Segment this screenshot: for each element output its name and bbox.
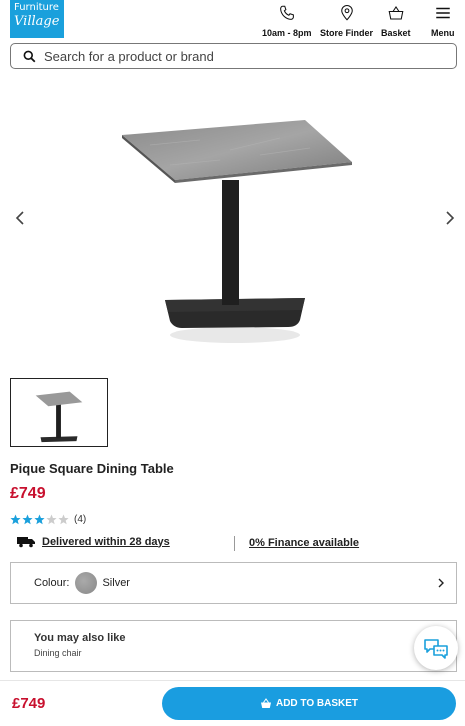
product-image xyxy=(122,120,352,343)
star-empty-icon xyxy=(46,514,57,525)
basket-icon xyxy=(260,698,271,708)
product-thumbnail[interactable] xyxy=(10,378,108,447)
bottom-price: £749 xyxy=(12,695,46,712)
phone-icon xyxy=(279,5,294,20)
thumbnail-image xyxy=(35,391,83,443)
review-count: (4) xyxy=(74,514,87,525)
star-empty-icon xyxy=(58,514,69,525)
product-rating[interactable]: (4) xyxy=(10,514,86,525)
also-like-title: You may also like xyxy=(34,632,126,644)
finance-link[interactable]: 0% Finance available xyxy=(249,537,359,549)
delivery-text: Delivered within 28 days xyxy=(42,535,170,548)
search-bar[interactable] xyxy=(10,43,457,69)
delivery-truck-icon xyxy=(17,537,35,548)
chat-button[interactable] xyxy=(414,626,458,670)
nav-store-finder-label: Store Finder xyxy=(320,28,374,38)
divider xyxy=(234,536,235,551)
basket-icon xyxy=(388,6,404,20)
furniture-village-logo[interactable]: Furniture Village xyxy=(10,0,64,38)
header: Furniture Village 10am - 8pm Store Finde… xyxy=(0,0,465,40)
search-icon xyxy=(23,50,36,62)
product-title: Pique Square Dining Table xyxy=(10,461,174,476)
finance-text: 0% Finance available xyxy=(249,537,360,549)
add-to-basket-label: ADD TO BASKET xyxy=(275,698,359,709)
product-image-carousel[interactable] xyxy=(0,80,465,370)
nav-menu-label: Menu xyxy=(431,28,455,38)
chevron-left-icon[interactable] xyxy=(12,208,28,228)
colour-value: Silver xyxy=(102,577,130,589)
colour-selector[interactable]: Colour: Silver xyxy=(10,562,457,604)
nav-basket[interactable]: Basket xyxy=(381,4,411,38)
hamburger-menu-icon xyxy=(436,7,450,19)
sticky-add-to-basket-bar: £749 ADD TO BASKET xyxy=(0,680,465,726)
star-filled-icon xyxy=(34,514,45,525)
delivery-finance-row: Delivered within 28 days 0% Finance avai… xyxy=(10,535,457,553)
nav-menu[interactable]: Menu xyxy=(431,4,455,38)
search-input[interactable] xyxy=(44,48,456,64)
logo-line-1: Furniture xyxy=(14,2,59,13)
product-price: £749 xyxy=(10,485,46,502)
nav-hours-label: 10am - 8pm xyxy=(262,28,312,38)
chevron-right-icon xyxy=(438,578,444,588)
also-like-subtitle: Dining chair xyxy=(34,648,82,658)
chevron-right-icon[interactable] xyxy=(442,208,458,228)
chat-bubbles-icon xyxy=(424,639,448,659)
nav-basket-label: Basket xyxy=(381,28,411,38)
delivery-link[interactable]: Delivered within 28 days xyxy=(16,535,170,548)
star-filled-icon xyxy=(10,514,21,525)
nav-opening-hours[interactable]: 10am - 8pm xyxy=(262,4,312,38)
you-may-also-like[interactable]: You may also like Dining chair xyxy=(10,620,457,672)
logo-line-2: Village xyxy=(14,14,60,29)
star-filled-icon xyxy=(22,514,33,525)
nav-store-finder[interactable]: Store Finder xyxy=(320,4,373,38)
location-pin-icon xyxy=(340,5,353,21)
colour-label: Colour: xyxy=(34,577,70,589)
colour-swatch xyxy=(75,572,98,594)
add-to-basket-button[interactable]: ADD TO BASKET xyxy=(162,687,456,720)
